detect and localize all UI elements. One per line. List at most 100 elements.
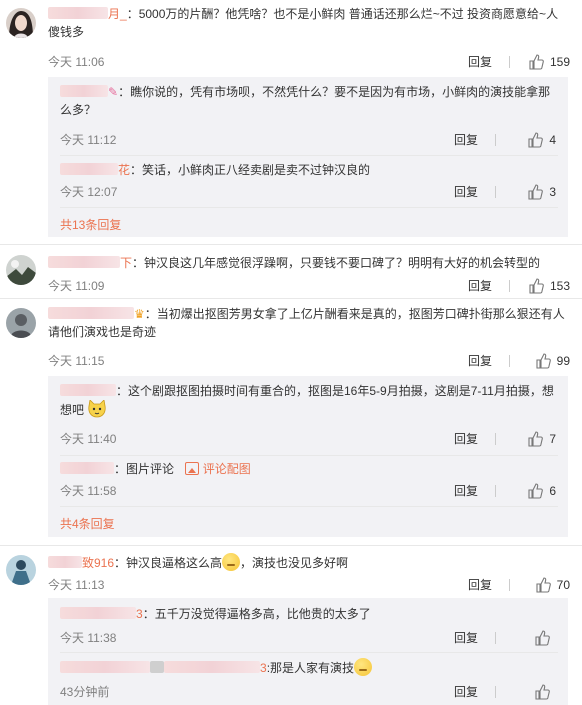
smirk-emoji-icon (354, 658, 373, 676)
thumbs-up-icon (529, 277, 544, 294)
reply-time: 今天 12:07 (60, 185, 118, 199)
like-button[interactable]: 7 (496, 430, 556, 447)
reply-button[interactable]: 回复 (437, 183, 495, 200)
like-button[interactable]: 3 (496, 183, 556, 200)
smirk-emoji-icon (222, 553, 241, 571)
like-button[interactable]: 4 (496, 131, 556, 148)
reply-body: 3：五千万没觉得逼格多高，比他贵的太多了 (60, 605, 558, 623)
divider (60, 207, 558, 208)
divider (60, 455, 558, 456)
thumbs-up-icon (536, 576, 551, 593)
reply-list: ：这个剧跟抠图拍摄时间有重合的，抠图是16年5-9月拍摄，这剧是7-11月拍摄，… (48, 376, 568, 537)
comment-text: ：钟汉良这几年感觉很浮躁啊，只要钱不要口碑了？明明有大好的机会转型的 (132, 256, 541, 270)
comment-text: ：钟汉良逼格这么高 (114, 556, 223, 570)
reply-body: ：图片评论 评论配图 (60, 460, 558, 478)
reply-time: 今天 11:12 (60, 133, 117, 147)
comment-time: 今天 11:15 (48, 354, 105, 368)
reply-actions: 回复 7 (437, 430, 556, 447)
reply-actions: 回复 6 (437, 482, 556, 499)
reply-time: 今天 11:40 (60, 432, 117, 446)
comment-time: 今天 11:13 (48, 578, 105, 592)
like-count: 159 (549, 54, 570, 69)
like-button[interactable]: 99 (510, 352, 570, 369)
like-button[interactable] (496, 683, 556, 700)
reply-actions: 回复 4 (437, 131, 556, 148)
avatar[interactable] (6, 555, 36, 585)
reply-button[interactable]: 回复 (437, 629, 495, 646)
reply-actions: 回复 (437, 629, 556, 646)
avatar[interactable] (6, 255, 36, 285)
thumbs-up-icon (528, 183, 544, 200)
username-blur (60, 462, 114, 474)
comment-text-tail: ，演技也没见多好啊 (240, 556, 349, 570)
reply-text: ：瞧你说的，凭有市场呗，不然凭什么？要不是因为有市场，小鲜肉的演技能拿那么多？ (60, 85, 551, 117)
username-blur (48, 7, 108, 19)
divider (0, 298, 582, 299)
comment-body: 致916：钟汉良逼格这么高 ，演技也没见多好啊 (48, 553, 568, 572)
like-count: 70 (556, 577, 570, 592)
reply-button[interactable]: 回复 (451, 53, 509, 70)
reply-list: 3：五千万没觉得逼格多高，比他贵的太多了 今天 11:38 回复 3:那是人家有… (48, 598, 568, 705)
divider (60, 652, 558, 653)
username-blur (60, 661, 150, 673)
more-replies-link[interactable]: 共13条回复 (60, 216, 121, 233)
like-count: 153 (549, 278, 570, 293)
thumbs-up-icon (529, 53, 544, 70)
username[interactable]: 花 (118, 163, 130, 177)
more-replies-link[interactable]: 共4条回复 (60, 515, 115, 532)
reply-actions: 回复 (437, 683, 556, 700)
username[interactable]: 月_ (108, 7, 127, 21)
username-blur (60, 163, 118, 175)
like-button[interactable]: 153 (510, 277, 570, 294)
reply-actions: 回复 3 (437, 183, 556, 200)
like-count: 7 (549, 431, 556, 446)
thumbs-up-icon (528, 482, 544, 499)
image-icon (185, 462, 200, 475)
reply-body: 3:那是人家有演技 (60, 658, 558, 677)
reply-button[interactable]: 回复 (451, 277, 509, 294)
like-count: 6 (549, 483, 556, 498)
reply-button[interactable]: 回复 (437, 482, 495, 499)
comment-actions: 回复 153 (451, 277, 570, 294)
reply-body: ：这个剧跟抠图拍摄时间有重合的，抠图是16年5-9月拍摄，这剧是7-11月拍摄，… (60, 382, 558, 419)
username[interactable]: 致916 (82, 556, 114, 570)
comment-actions: 回复 159 (451, 53, 570, 70)
like-button[interactable]: 159 (510, 53, 570, 70)
avatar[interactable] (6, 8, 36, 38)
avatar[interactable] (6, 308, 36, 338)
reply-button[interactable]: 回复 (451, 576, 509, 593)
divider (0, 545, 582, 546)
reply-text: ：图片评论 (114, 462, 175, 476)
reply-text: ：这个剧跟抠图拍摄时间有重合的，抠图是16年5-9月拍摄，这剧是7-11月拍摄，… (60, 384, 554, 417)
like-count: 99 (556, 353, 570, 368)
like-button[interactable]: 70 (510, 576, 570, 593)
thumbs-up-icon (535, 683, 550, 700)
reply-time: 今天 11:58 (60, 484, 117, 498)
username-blur (150, 661, 164, 673)
like-button[interactable]: 6 (496, 482, 556, 499)
username[interactable]: 3 (260, 661, 267, 675)
reply-button[interactable]: 回复 (437, 131, 495, 148)
divider (60, 506, 558, 507)
comment-body: ♛：当初爆出抠图芳男女拿了上亿片酬看来是真的，抠图芳口碑扑街那么狠还有人请他们演… (48, 305, 568, 341)
comment-actions: 回复 99 (451, 352, 570, 369)
thumbs-up-icon (528, 131, 544, 148)
username[interactable]: 下 (120, 256, 132, 270)
like-button[interactable] (496, 629, 556, 646)
reply-text: ：五千万没觉得逼格多高，比他贵的太多了 (142, 607, 371, 621)
reply-button[interactable]: 回复 (451, 352, 509, 369)
username-blur (60, 384, 116, 396)
comment-time: 今天 11:09 (48, 279, 105, 293)
username[interactable]: 3 (136, 607, 143, 621)
image-comment-link[interactable]: 评论配图 (185, 462, 251, 476)
reply-text: ：笑话，小鲜肉正八经卖剧是卖不过钟汉良的 (130, 163, 371, 177)
reply-button[interactable]: 回复 (437, 430, 495, 447)
username-blur (48, 256, 120, 268)
divider (0, 244, 582, 245)
reply-button[interactable]: 回复 (437, 683, 495, 700)
username-blur (48, 307, 134, 319)
username-blur (60, 607, 136, 619)
thumbs-up-icon (528, 430, 544, 447)
reply-text: :那是人家有演技 (266, 661, 355, 675)
comment-time: 今天 11:06 (48, 55, 105, 69)
